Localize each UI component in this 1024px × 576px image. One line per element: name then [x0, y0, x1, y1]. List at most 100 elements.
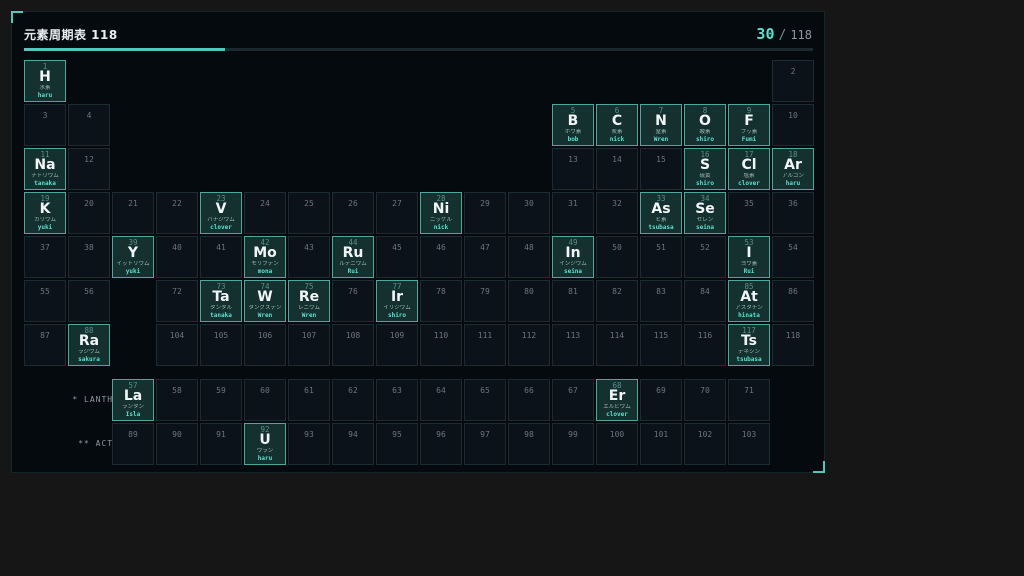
element-cell-17[interactable]: 17 Cl 塩素 clover: [728, 148, 770, 190]
element-cell-45[interactable]: 45: [376, 236, 418, 278]
element-cell-112[interactable]: 112: [508, 324, 550, 366]
element-cell-20[interactable]: 20: [68, 192, 110, 234]
element-cell-42[interactable]: 42 Mo モリブデン mona: [244, 236, 286, 278]
element-cell-10[interactable]: 10: [772, 104, 814, 146]
element-cell-92[interactable]: 92 U ウラン haru: [244, 423, 286, 465]
element-cell-81[interactable]: 81: [552, 280, 594, 322]
element-cell-60[interactable]: 60: [244, 379, 286, 421]
element-cell-65[interactable]: 65: [464, 379, 506, 421]
element-cell-25[interactable]: 25: [288, 192, 330, 234]
element-cell-104[interactable]: 104: [156, 324, 198, 366]
element-cell-57[interactable]: 57 La ランタン Isla: [112, 379, 154, 421]
element-cell-48[interactable]: 48: [508, 236, 550, 278]
element-cell-74[interactable]: 74 W タングステン Wren: [244, 280, 286, 322]
element-cell-101[interactable]: 101: [640, 423, 682, 465]
element-cell-115[interactable]: 115: [640, 324, 682, 366]
element-cell-79[interactable]: 79: [464, 280, 506, 322]
element-cell-37[interactable]: 37: [24, 236, 66, 278]
element-cell-82[interactable]: 82: [596, 280, 638, 322]
element-cell-76[interactable]: 76: [332, 280, 374, 322]
element-cell-61[interactable]: 61: [288, 379, 330, 421]
element-cell-28[interactable]: 28 Ni ニッケル nick: [420, 192, 462, 234]
element-cell-111[interactable]: 111: [464, 324, 506, 366]
element-cell-97[interactable]: 97: [464, 423, 506, 465]
element-cell-64[interactable]: 64: [420, 379, 462, 421]
element-cell-15[interactable]: 15: [640, 148, 682, 190]
element-cell-13[interactable]: 13: [552, 148, 594, 190]
element-cell-41[interactable]: 41: [200, 236, 242, 278]
element-cell-75[interactable]: 75 Re レニウム Wren: [288, 280, 330, 322]
element-cell-34[interactable]: 34 Se セレン seina: [684, 192, 726, 234]
element-cell-31[interactable]: 31: [552, 192, 594, 234]
element-cell-73[interactable]: 73 Ta タンタル tanaka: [200, 280, 242, 322]
element-cell-100[interactable]: 100: [596, 423, 638, 465]
element-cell-6[interactable]: 6 C 炭素 nick: [596, 104, 638, 146]
element-cell-49[interactable]: 49 In インジウム seina: [552, 236, 594, 278]
element-cell-4[interactable]: 4: [68, 104, 110, 146]
element-cell-93[interactable]: 93: [288, 423, 330, 465]
element-cell-19[interactable]: 19 K カリウム yuki: [24, 192, 66, 234]
element-cell-58[interactable]: 58: [156, 379, 198, 421]
element-cell-46[interactable]: 46: [420, 236, 462, 278]
element-cell-38[interactable]: 38: [68, 236, 110, 278]
element-cell-3[interactable]: 3: [24, 104, 66, 146]
element-cell-53[interactable]: 53 I ヨウ素 Rui: [728, 236, 770, 278]
element-cell-68[interactable]: 68 Er エルビウム clover: [596, 379, 638, 421]
element-cell-85[interactable]: 85 At アスタチン hinata: [728, 280, 770, 322]
element-cell-109[interactable]: 109: [376, 324, 418, 366]
element-cell-21[interactable]: 21: [112, 192, 154, 234]
element-cell-23[interactable]: 23 V バナジウム clover: [200, 192, 242, 234]
element-cell-24[interactable]: 24: [244, 192, 286, 234]
element-cell-78[interactable]: 78: [420, 280, 462, 322]
element-cell-59[interactable]: 59: [200, 379, 242, 421]
element-cell-33[interactable]: 33 As ヒ素 tsubasa: [640, 192, 682, 234]
element-cell-84[interactable]: 84: [684, 280, 726, 322]
element-cell-62[interactable]: 62: [332, 379, 374, 421]
element-cell-1[interactable]: 1 H 水素 haru: [24, 60, 66, 102]
element-cell-22[interactable]: 22: [156, 192, 198, 234]
element-cell-63[interactable]: 63: [376, 379, 418, 421]
element-cell-67[interactable]: 67: [552, 379, 594, 421]
element-cell-54[interactable]: 54: [772, 236, 814, 278]
element-cell-12[interactable]: 12: [68, 148, 110, 190]
element-cell-18[interactable]: 18 Ar アルゴン haru: [772, 148, 814, 190]
element-cell-30[interactable]: 30: [508, 192, 550, 234]
element-cell-98[interactable]: 98: [508, 423, 550, 465]
element-cell-32[interactable]: 32: [596, 192, 638, 234]
element-cell-50[interactable]: 50: [596, 236, 638, 278]
element-cell-110[interactable]: 110: [420, 324, 462, 366]
element-cell-95[interactable]: 95: [376, 423, 418, 465]
element-cell-103[interactable]: 103: [728, 423, 770, 465]
element-cell-118[interactable]: 118: [772, 324, 814, 366]
element-cell-96[interactable]: 96: [420, 423, 462, 465]
element-cell-102[interactable]: 102: [684, 423, 726, 465]
element-cell-105[interactable]: 105: [200, 324, 242, 366]
element-cell-40[interactable]: 40: [156, 236, 198, 278]
element-cell-51[interactable]: 51: [640, 236, 682, 278]
element-cell-43[interactable]: 43: [288, 236, 330, 278]
element-cell-99[interactable]: 99: [552, 423, 594, 465]
element-cell-117[interactable]: 117 Ts テネシン tsubasa: [728, 324, 770, 366]
element-cell-47[interactable]: 47: [464, 236, 506, 278]
element-cell-55[interactable]: 55: [24, 280, 66, 322]
element-cell-72[interactable]: 72: [156, 280, 198, 322]
element-cell-80[interactable]: 80: [508, 280, 550, 322]
element-cell-44[interactable]: 44 Ru ルテニウム Rui: [332, 236, 374, 278]
element-cell-2[interactable]: 2: [772, 60, 814, 102]
element-cell-7[interactable]: 7 N 窒素 Wren: [640, 104, 682, 146]
element-cell-69[interactable]: 69: [640, 379, 682, 421]
element-cell-26[interactable]: 26: [332, 192, 374, 234]
element-cell-35[interactable]: 35: [728, 192, 770, 234]
element-cell-113[interactable]: 113: [552, 324, 594, 366]
element-cell-39[interactable]: 39 Y イットリウム yuki: [112, 236, 154, 278]
element-cell-77[interactable]: 77 Ir イリジウム shiro: [376, 280, 418, 322]
element-cell-116[interactable]: 116: [684, 324, 726, 366]
element-cell-36[interactable]: 36: [772, 192, 814, 234]
element-cell-14[interactable]: 14: [596, 148, 638, 190]
element-cell-29[interactable]: 29: [464, 192, 506, 234]
element-cell-88[interactable]: 88 Ra ラジウム sakura: [68, 324, 110, 366]
element-cell-71[interactable]: 71: [728, 379, 770, 421]
element-cell-5[interactable]: 5 B ホウ素 bob: [552, 104, 594, 146]
element-cell-91[interactable]: 91: [200, 423, 242, 465]
element-cell-27[interactable]: 27: [376, 192, 418, 234]
